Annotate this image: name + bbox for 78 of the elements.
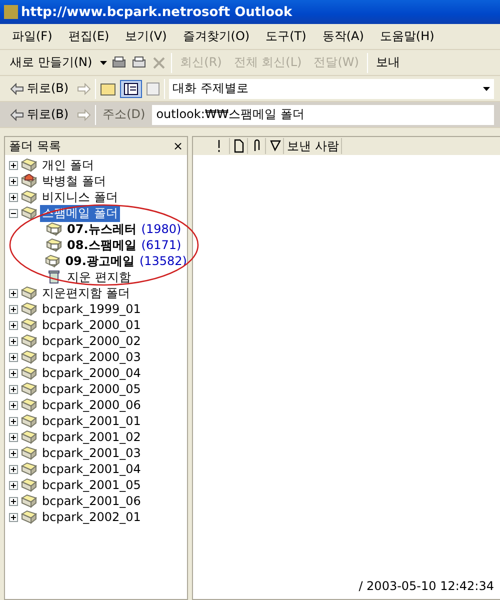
back-button[interactable]: 뒤로(B) (6, 103, 73, 126)
folder-item[interactable]: 지운편지함 폴더 (40, 284, 132, 302)
mail-folder-icon (46, 238, 62, 252)
folder-icon (21, 302, 37, 316)
folder-item[interactable]: bcpark_2001_03 (40, 446, 143, 460)
back-arrow-icon[interactable] (10, 108, 24, 120)
view-dropdown[interactable]: 대화 주제별로 (168, 78, 494, 98)
address-field[interactable]: outlook:₩₩스팸메일 폴더 (152, 104, 494, 124)
folder-icon (21, 206, 37, 220)
home-folder-icon (21, 174, 37, 188)
folder-list-icon[interactable] (124, 82, 138, 94)
unread-count: (1980) (141, 222, 182, 236)
folder-item[interactable]: bcpark_2000_01 (40, 318, 143, 332)
folder-icon (21, 430, 37, 444)
menu-item[interactable]: 동작(A) (316, 26, 370, 47)
up-folder-icon[interactable] (100, 82, 116, 96)
folder-item[interactable]: 비지니스 폴더 (40, 188, 120, 206)
menu-item[interactable]: 도구(T) (260, 26, 312, 47)
folder-list-button[interactable] (120, 80, 142, 98)
folder-item[interactable]: bcpark_2001_05 (40, 478, 143, 492)
folder-item[interactable]: 08.스팸메일 (65, 236, 138, 254)
toolbar-button[interactable]: 보내 (372, 51, 404, 74)
app-icon (4, 5, 18, 19)
pane-title: 폴더 목록 (9, 138, 61, 154)
folder-item[interactable]: bcpark_2000_05 (40, 382, 143, 396)
folder-item[interactable]: 개인 폴더 (40, 156, 96, 174)
menu-item[interactable]: 즐겨찾기(O) (176, 26, 256, 47)
folder-icon (21, 190, 37, 204)
folder-icon (21, 398, 37, 412)
folder-icon (21, 414, 37, 428)
folder-icon (21, 382, 37, 396)
folder-item[interactable]: bcpark_2000_03 (40, 350, 143, 364)
folder-icon (21, 494, 37, 508)
mail-folder-icon (46, 222, 62, 236)
menu-item[interactable]: 파일(F) (6, 26, 58, 47)
window-title: http://www.bcpark.netrosoft Outlook (21, 4, 292, 20)
trash-icon (46, 270, 62, 284)
folder-icon (21, 158, 37, 172)
folder-item[interactable]: bcpark_2001_06 (40, 494, 143, 508)
folder-icon (21, 350, 37, 364)
new-button[interactable]: 새로 만들기(N) (6, 51, 96, 74)
folder-icon (21, 366, 37, 380)
page-icon[interactable] (233, 139, 245, 153)
folder-icon (21, 510, 37, 524)
folder-item[interactable]: bcpark_2001_02 (40, 430, 143, 444)
folder-icon (21, 462, 37, 476)
folder-item[interactable]: bcpark_1999_01 (40, 302, 143, 316)
back-button[interactable]: 뒤로(B) (6, 77, 73, 100)
folder-item[interactable]: 박병철 폴더 (40, 172, 108, 190)
menu-item[interactable]: 편집(E) (62, 26, 116, 47)
menu-item[interactable]: 도움말(H) (374, 26, 440, 47)
flag-icon[interactable] (269, 139, 281, 153)
print-icon[interactable] (111, 54, 128, 70)
column-header[interactable]: 보낸 사람 (285, 138, 342, 154)
folder-item[interactable]: bcpark_2000_04 (40, 366, 143, 380)
unread-count: (13582) (139, 254, 187, 268)
folder-item[interactable]: 09.광고메일 (63, 252, 136, 270)
folder-icon (21, 318, 37, 332)
folder-item[interactable]: 지운 편지함 (65, 268, 133, 286)
folder-item[interactable]: bcpark_2002_01 (40, 510, 143, 524)
mail-folder-icon (45, 254, 60, 268)
address-label: 주소(D) (102, 106, 146, 123)
timestamp: / 2003-05-10 12:42:34 (358, 579, 494, 593)
folder-item[interactable]: 07.뉴스레터 (65, 220, 138, 238)
caret-icon[interactable] (483, 86, 490, 90)
folder-icon (21, 446, 37, 460)
folder-item[interactable]: bcpark_2000_02 (40, 334, 143, 348)
folder-icon (21, 286, 37, 300)
folder-item[interactable]: bcpark_2001_01 (40, 414, 143, 428)
unread-count: (6171) (141, 238, 182, 252)
close-button[interactable]: × (172, 139, 183, 153)
folder-icon (21, 478, 37, 492)
menu-item[interactable]: 보기(V) (119, 26, 173, 47)
folder-icon (21, 334, 37, 348)
folder-item[interactable]: bcpark_2000_06 (40, 398, 143, 412)
back-arrow-icon[interactable] (10, 82, 24, 94)
caret-icon[interactable] (100, 60, 108, 64)
folder-item[interactable]: bcpark_2001_04 (40, 462, 143, 476)
